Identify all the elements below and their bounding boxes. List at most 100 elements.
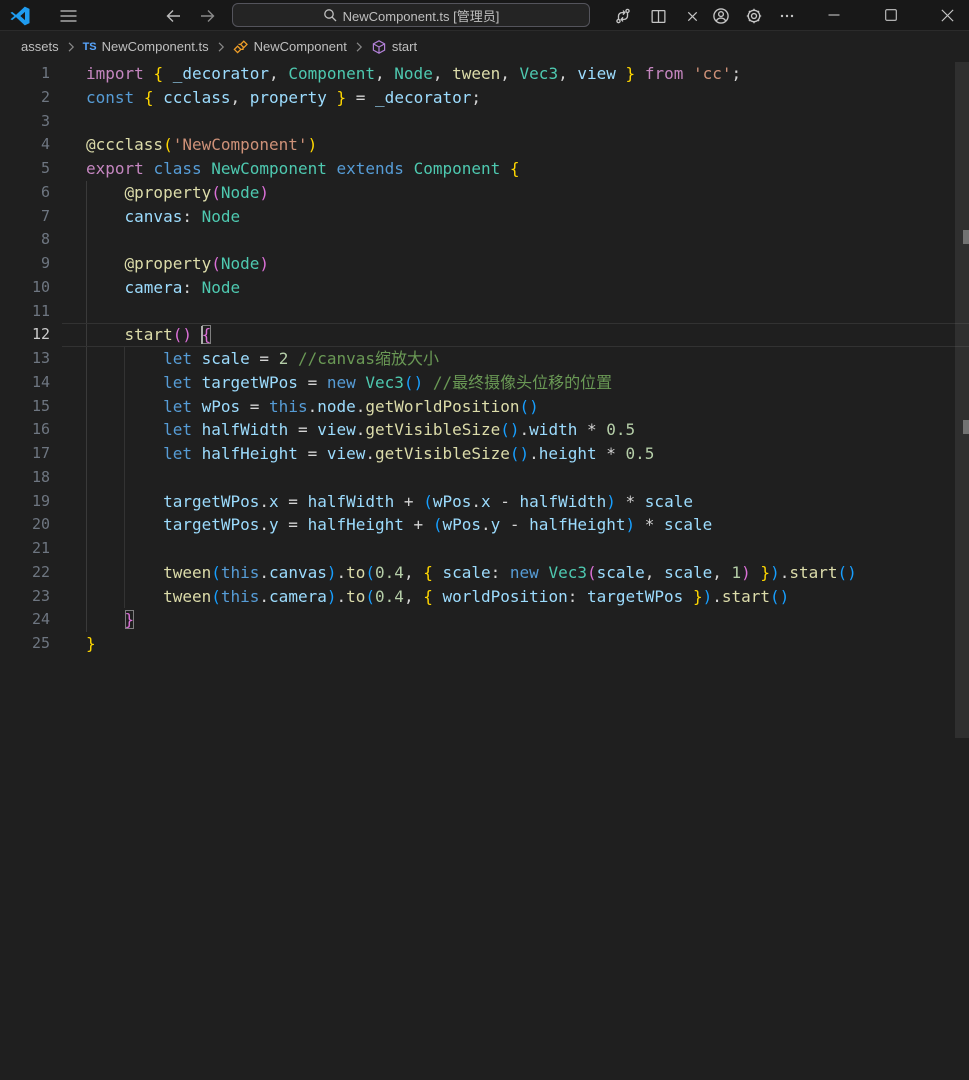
line-number[interactable]: 23 [0, 585, 50, 609]
line-number[interactable]: 25 [0, 632, 50, 656]
breadcrumb-item-start[interactable]: start [371, 39, 417, 55]
code-line-25[interactable]: 25} [0, 632, 969, 656]
code-token: , [403, 586, 424, 606]
breadcrumb-item-newcomponent[interactable]: NewComponent [233, 39, 347, 55]
line-number[interactable]: 8 [0, 228, 50, 252]
settings-gear-icon[interactable] [741, 4, 767, 28]
line-number[interactable]: 19 [0, 490, 50, 514]
line-number[interactable]: 13 [0, 347, 50, 371]
code-token: , [403, 562, 424, 582]
code-line-3[interactable]: 3 [0, 110, 969, 134]
code-token: extends [336, 159, 404, 178]
line-number[interactable]: 20 [0, 513, 50, 537]
code-token: ( [519, 396, 530, 416]
code-line-5[interactable]: 5 export class NewComponent extends Compo… [0, 157, 969, 181]
line-number[interactable]: 18 [0, 466, 50, 490]
code-token: Vec3 [548, 562, 587, 582]
line-number[interactable]: 7 [0, 205, 50, 229]
line-number[interactable]: 6 [0, 181, 50, 205]
close-button[interactable] [925, 0, 969, 30]
back-arrow-icon[interactable] [161, 4, 185, 28]
code-line-4[interactable]: 4 @ccclass('NewComponent') [0, 133, 969, 157]
line-number[interactable]: 9 [0, 252, 50, 276]
line-number[interactable]: 17 [0, 442, 50, 466]
line-number[interactable]: 11 [0, 300, 50, 324]
line-number[interactable]: 22 [0, 561, 50, 585]
code-token: this [220, 562, 260, 582]
menu-icon[interactable] [55, 4, 81, 28]
code-token: { [201, 325, 212, 345]
line-number[interactable]: 10 [0, 276, 50, 300]
code-token: * [577, 420, 607, 440]
code-line-13[interactable]: 13 let scale = 2 //canvas缩放大小 [0, 347, 969, 371]
breadcrumb-item-assets[interactable]: assets [21, 39, 59, 54]
code-line-6[interactable]: 6 @property(Node) [0, 181, 969, 205]
more-actions-icon[interactable] [774, 4, 800, 28]
line-number[interactable]: 2 [0, 86, 50, 110]
code-editor[interactable]: 1 import { _decorator, Component, Node, t… [0, 62, 969, 1080]
line-number[interactable]: 12 [0, 323, 50, 347]
code-token: * [615, 491, 645, 511]
code-line-10[interactable]: 10 camera: Node [0, 276, 969, 300]
code-line-21[interactable]: 21 [0, 537, 969, 561]
breadcrumb: assets TS NewComponent.ts NewComponent start [0, 31, 969, 62]
close-editor-icon[interactable] [679, 4, 705, 28]
code-line-19[interactable]: 19 targetWPos.x = halfWidth + (wPos.x - … [0, 490, 969, 514]
code-line-1[interactable]: 1 import { _decorator, Component, Node, t… [0, 62, 969, 86]
code-line-16[interactable]: 16 let halfWidth = view.getVisibleSize()… [0, 418, 969, 442]
code-token: ) [529, 396, 539, 416]
code-line-9[interactable]: 9 @property(Node) [0, 252, 969, 276]
code-line-17[interactable]: 17 let halfHeight = view.getVisibleSize(… [0, 442, 969, 466]
code-token: ( [365, 586, 376, 606]
code-line-12[interactable]: 12 start() { [0, 323, 969, 347]
text-cursor [200, 325, 203, 344]
editor-scrollbar[interactable] [955, 62, 969, 1080]
code-token: ( [837, 562, 848, 582]
forward-arrow-icon[interactable] [195, 4, 219, 28]
line-number[interactable]: 21 [0, 537, 50, 561]
minimize-button[interactable] [811, 0, 857, 30]
line-number[interactable]: 5 [0, 157, 50, 181]
code-line-23[interactable]: 23 tween(this.camera).to(0.4, { worldPos… [0, 585, 969, 609]
line-number[interactable]: 24 [0, 608, 50, 632]
account-icon[interactable] [708, 4, 734, 28]
code-line-15[interactable]: 15 let wPos = this.node.getWorldPosition… [0, 395, 969, 419]
code-token: = [288, 420, 318, 440]
line-number[interactable]: 4 [0, 133, 50, 157]
breadcrumb-item-newcomponent-ts[interactable]: TS NewComponent.ts [83, 39, 209, 54]
code-line-11[interactable]: 11 [0, 300, 969, 324]
code-token: . [471, 491, 481, 511]
code-line-18[interactable]: 18 [0, 466, 969, 490]
code-token: } [692, 586, 703, 606]
line-number[interactable]: 1 [0, 62, 50, 86]
maximize-button[interactable] [868, 0, 914, 30]
code-line-7[interactable]: 7 canvas: Node [0, 205, 969, 229]
code-line-8[interactable]: 8 [0, 228, 969, 252]
code-token: class [153, 159, 202, 178]
code-line-24[interactable]: 24 } [0, 608, 969, 632]
code-token: 0.5 [606, 420, 636, 440]
code-token: = [346, 87, 376, 107]
code-token: . [307, 396, 318, 416]
code-line-20[interactable]: 20 targetWPos.y = halfHeight + (wPos.y -… [0, 513, 969, 537]
code-line-22[interactable]: 22 tween(this.canvas).to(0.4, { scale: n… [0, 561, 969, 585]
line-number[interactable]: 3 [0, 110, 50, 134]
line-number[interactable]: 15 [0, 395, 50, 419]
code-line-2[interactable]: 2 const { ccclass, property } = _decorato… [0, 86, 969, 110]
command-center-search[interactable]: NewComponent.ts [管理员] [232, 3, 590, 27]
code-line-14[interactable]: 14 let targetWPos = new Vec3() //最终摄像头位移… [0, 371, 969, 395]
swap-arrows-icon[interactable] [610, 4, 636, 28]
line-number[interactable]: 16 [0, 418, 50, 442]
code-token: canvas [124, 206, 183, 226]
line-number[interactable]: 14 [0, 371, 50, 395]
split-editor-icon[interactable] [645, 4, 671, 28]
scrollbar-slider[interactable] [955, 62, 969, 738]
code-token: ) [779, 586, 790, 606]
code-token: - [500, 515, 530, 535]
